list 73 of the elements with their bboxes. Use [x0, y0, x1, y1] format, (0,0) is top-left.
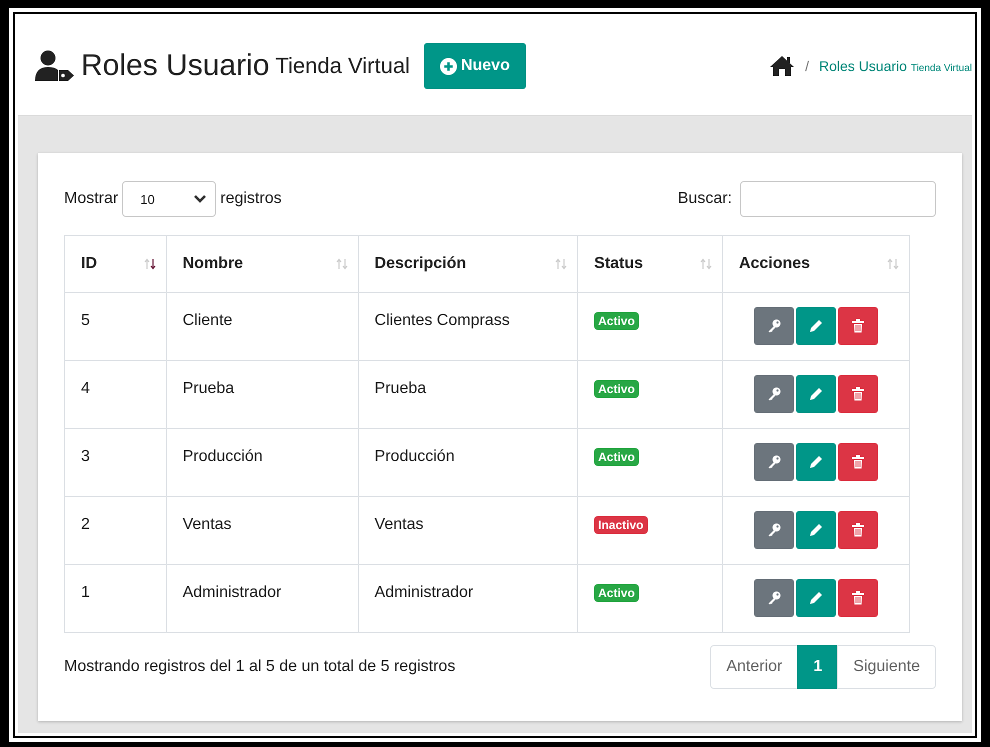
trash-icon	[852, 523, 864, 537]
table-cell: Ventas	[358, 496, 578, 564]
table-info: Mostrando registros del 1 al 5 de un total de 5 registros	[64, 658, 456, 676]
trash-icon	[852, 387, 864, 401]
permissions-button[interactable]	[754, 579, 794, 617]
edit-button[interactable]	[796, 375, 836, 413]
edit-button[interactable]	[796, 579, 836, 617]
table-cell: 5	[64, 292, 166, 360]
table-cell: Producción	[358, 428, 578, 496]
trash-icon	[852, 319, 864, 333]
pencil-icon	[808, 455, 823, 469]
status-badge: Inactivo	[594, 516, 648, 534]
pencil-icon	[808, 591, 823, 605]
plus-circle-icon	[440, 58, 457, 74]
search-label: Buscar:	[678, 190, 732, 208]
table-cell: Ventas	[166, 496, 358, 564]
table-cell: Administrador	[358, 564, 578, 632]
permissions-button[interactable]	[754, 443, 794, 481]
key-icon	[766, 319, 781, 333]
records-label: registros	[220, 190, 282, 208]
page-subtitle: Tienda Virtual	[275, 53, 410, 79]
delete-button[interactable]	[838, 511, 878, 549]
permissions-button[interactable]	[754, 307, 794, 345]
user-tag-icon	[35, 50, 75, 82]
breadcrumb-separator: /	[805, 58, 810, 74]
chevron-down-icon	[193, 194, 208, 204]
page-button[interactable]: 1	[797, 645, 838, 689]
table-cell: Clientes Comprass	[358, 292, 578, 360]
page-button[interactable]: Siguiente	[837, 645, 936, 689]
delete-button[interactable]	[838, 375, 878, 413]
edit-button[interactable]	[796, 443, 836, 481]
column-header[interactable]: Status	[578, 236, 722, 292]
new-button[interactable]: Nuevo	[424, 43, 526, 89]
key-icon	[766, 523, 781, 537]
status-badge: Activo	[594, 448, 639, 466]
permissions-button[interactable]	[754, 511, 794, 549]
table-cell: 4	[64, 360, 166, 428]
permissions-button[interactable]	[754, 375, 794, 413]
status-badge: Activo	[594, 380, 639, 398]
table-cell: Prueba	[166, 360, 358, 428]
column-header[interactable]: Acciones	[722, 236, 910, 292]
trash-icon	[852, 591, 864, 605]
pencil-icon	[808, 387, 823, 401]
table-cell: Cliente	[166, 292, 358, 360]
page-title: Roles Usuario	[81, 49, 270, 83]
delete-button[interactable]	[838, 307, 878, 345]
breadcrumb-link[interactable]: Roles Usuario Tienda Virtual	[819, 58, 972, 74]
edit-button[interactable]	[796, 307, 836, 345]
pencil-icon	[808, 523, 823, 537]
trash-icon	[852, 455, 864, 469]
table-cell: 1	[64, 564, 166, 632]
page-button[interactable]: Anterior	[710, 645, 798, 689]
home-icon[interactable]	[769, 55, 796, 77]
status-badge: Activo	[594, 312, 639, 330]
key-icon	[766, 455, 781, 469]
table-cell: Prueba	[358, 360, 578, 428]
table-cell: Producción	[166, 428, 358, 496]
show-label: Mostrar	[64, 190, 118, 208]
pencil-icon	[808, 319, 823, 333]
column-header[interactable]: Nombre	[166, 236, 358, 292]
delete-button[interactable]	[838, 579, 878, 617]
table-cell: 2	[64, 496, 166, 564]
delete-button[interactable]	[838, 443, 878, 481]
page-size-select[interactable]: 10	[122, 181, 216, 217]
status-badge: Activo	[594, 584, 639, 602]
key-icon	[766, 387, 781, 401]
column-header[interactable]: ID	[64, 236, 166, 292]
edit-button[interactable]	[796, 511, 836, 549]
table-cell: 3	[64, 428, 166, 496]
search-field[interactable]	[740, 181, 936, 217]
column-header[interactable]: Descripción	[358, 236, 578, 292]
table-cell: Administrador	[166, 564, 358, 632]
key-icon	[766, 591, 781, 605]
